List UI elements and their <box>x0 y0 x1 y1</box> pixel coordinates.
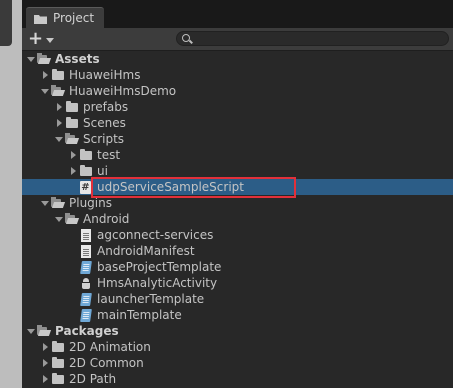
tree-item-label: mainTemplate <box>97 308 182 322</box>
document-icon <box>78 244 94 258</box>
folder-open-icon <box>50 196 66 210</box>
csharp-script-icon: # <box>80 181 91 194</box>
tree-item[interactable]: ui <box>22 163 453 179</box>
tab-project[interactable]: Project <box>26 7 104 28</box>
tree-item-label: udpServiceSampleScript <box>97 180 244 194</box>
android-icon <box>78 276 94 290</box>
tab-label: Project <box>53 11 95 25</box>
tree-item-label: baseProjectTemplate <box>97 260 222 274</box>
tree-item-label: HuaweiHms <box>69 68 141 82</box>
tree-item-label: Assets <box>55 52 100 66</box>
tab-bar: Project <box>22 0 453 28</box>
tree-item[interactable]: Assets <box>22 51 453 67</box>
tree-item-label: launcherTemplate <box>97 292 205 306</box>
folder-icon <box>50 340 66 354</box>
folder-icon <box>64 116 80 130</box>
dropdown-caret-icon <box>46 37 55 43</box>
tree-item[interactable]: Scripts <box>22 131 453 147</box>
search-icon <box>182 34 190 42</box>
folder-open-icon <box>36 52 52 66</box>
tree-item[interactable]: # udpServiceSampleScript <box>22 179 453 195</box>
expand-arrow-down-icon[interactable] <box>54 211 64 227</box>
tree-item-label: Android <box>83 212 130 226</box>
folder-open-icon <box>50 84 66 98</box>
expand-arrow-down-icon[interactable] <box>26 51 36 67</box>
tree-item-label: Scripts <box>83 132 125 146</box>
expand-arrow-right-icon[interactable] <box>40 339 50 355</box>
folder-icon <box>50 356 66 370</box>
tree-item-label: 2D Common <box>69 356 144 370</box>
search-field[interactable] <box>176 31 449 46</box>
tree-item[interactable]: test <box>22 147 453 163</box>
tree-item[interactable]: Android <box>22 211 453 227</box>
plus-icon: + <box>28 28 44 49</box>
expand-arrow-down-icon[interactable] <box>40 83 50 99</box>
expand-arrow-right-icon[interactable] <box>40 371 50 387</box>
tree-item[interactable]: HmsAnalyticActivity <box>22 275 453 291</box>
tree-item[interactable]: Plugins <box>22 195 453 211</box>
tree-item-label: ui <box>97 164 108 178</box>
expand-arrow-down-icon[interactable] <box>26 323 36 339</box>
tree-item-label: prefabs <box>83 100 129 114</box>
search-input[interactable] <box>195 32 435 45</box>
expand-arrow-right-icon[interactable] <box>54 115 64 131</box>
expand-arrow-right-icon[interactable] <box>68 163 78 179</box>
tree-item[interactable]: 2D Common <box>22 355 453 371</box>
text-asset-icon <box>78 308 94 322</box>
folder-icon <box>64 100 80 114</box>
text-asset-icon <box>78 260 94 274</box>
tree-item-label: Scenes <box>83 116 126 130</box>
tree-item-label: agconnect-services <box>97 228 214 242</box>
tree-item-label: 2D Path <box>69 372 117 386</box>
tree-item[interactable]: 2D Path <box>22 371 453 387</box>
expand-arrow-right-icon[interactable] <box>40 67 50 83</box>
tree-item-label: Packages <box>55 324 119 338</box>
folder-icon <box>34 14 47 24</box>
expand-arrow-right-icon[interactable] <box>68 147 78 163</box>
tree-item[interactable]: 2D Animation <box>22 339 453 355</box>
expand-arrow-right-icon[interactable] <box>54 99 64 115</box>
document-icon <box>78 228 94 242</box>
tree-item-label: 2D Animation <box>69 340 151 354</box>
folder-open-icon <box>64 132 80 146</box>
tree-item-label: HuaweiHmsDemo <box>69 84 177 98</box>
expand-arrow-right-icon[interactable] <box>40 355 50 371</box>
folder-icon <box>78 148 94 162</box>
create-button[interactable]: + <box>28 29 56 49</box>
tree-item[interactable]: baseProjectTemplate <box>22 259 453 275</box>
tree-item[interactable]: launcherTemplate <box>22 291 453 307</box>
tree-item[interactable]: HuaweiHms <box>22 67 453 83</box>
tree-item[interactable]: prefabs <box>22 99 453 115</box>
folder-icon <box>50 372 66 386</box>
folder-icon <box>50 68 66 82</box>
left-panel-tab-stub <box>0 0 12 46</box>
folder-open-icon <box>36 324 52 338</box>
tree-item[interactable]: agconnect-services <box>22 227 453 243</box>
expand-arrow-down-icon[interactable] <box>54 131 64 147</box>
tree-item-label: test <box>97 148 121 162</box>
project-window: Project + Assets HuaweiHms HuaweiHmsDemo pr… <box>22 0 453 388</box>
project-toolbar: + <box>22 28 453 51</box>
tree-item[interactable]: HuaweiHmsDemo <box>22 83 453 99</box>
tree-item-label: AndroidManifest <box>97 244 195 258</box>
folder-icon <box>78 164 94 178</box>
tree-item-label: HmsAnalyticActivity <box>97 276 218 290</box>
tree-item[interactable]: Scenes <box>22 115 453 131</box>
text-asset-icon <box>78 292 94 306</box>
tree-item[interactable]: mainTemplate <box>22 307 453 323</box>
tree-item[interactable]: Packages <box>22 323 453 339</box>
left-side-panel-edge <box>0 0 22 388</box>
folder-open-icon <box>64 212 80 226</box>
expand-arrow-down-icon[interactable] <box>40 195 50 211</box>
tree-item-label: Plugins <box>69 196 112 210</box>
tree-item[interactable]: AndroidManifest <box>22 243 453 259</box>
